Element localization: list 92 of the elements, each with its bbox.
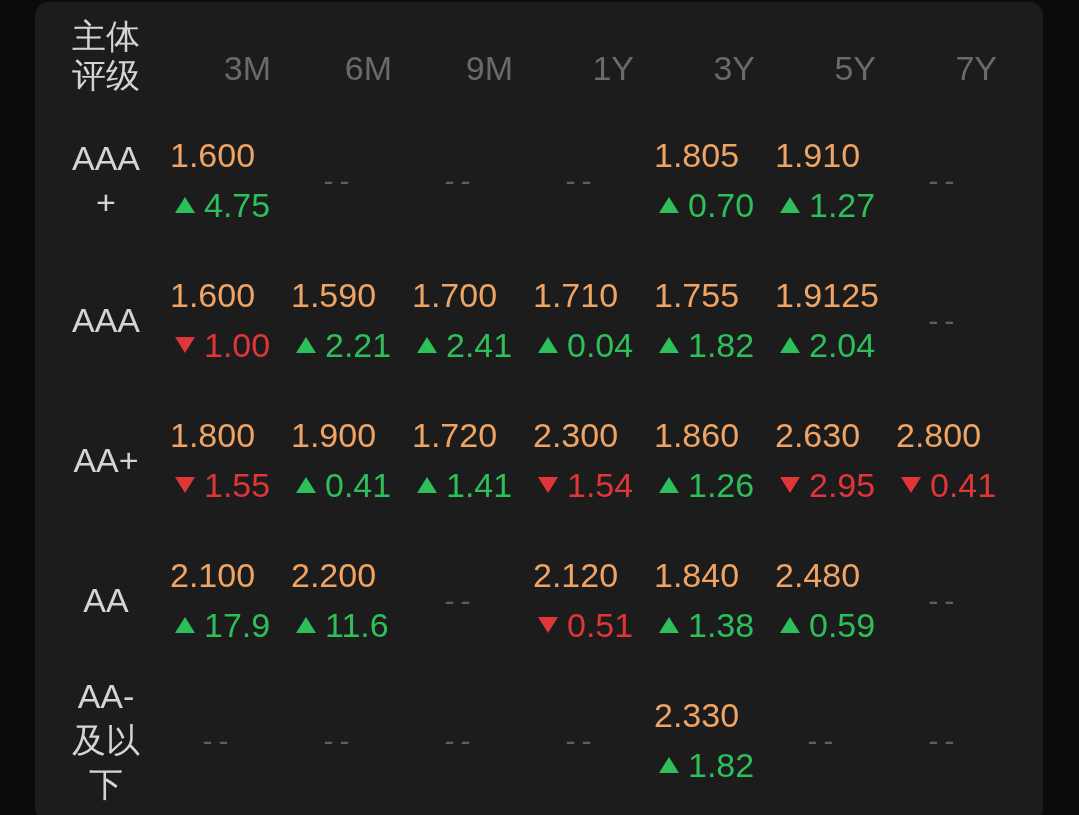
yield-value: 2.120 [533, 555, 619, 596]
yield-value: 1.590 [291, 275, 377, 316]
tenor-header: 3Y [713, 47, 755, 89]
empty-value: -- [807, 722, 840, 759]
empty-value: -- [444, 162, 477, 199]
down-triangle-icon [174, 336, 196, 354]
yield-value: 1.710 [533, 275, 619, 316]
up-triangle-icon [658, 616, 680, 634]
change-value: 0.51 [567, 605, 634, 646]
change-value: 11.6 [325, 605, 389, 646]
tenor-header: 3M [223, 47, 271, 89]
up-triangle-icon [779, 336, 801, 354]
up-triangle-icon [658, 756, 680, 774]
yield-value: 2.300 [533, 415, 619, 456]
yield-value: 2.800 [896, 415, 982, 456]
tenor-header: 7Y [955, 47, 997, 89]
up-triangle-icon [295, 336, 317, 354]
change-value: 0.04 [567, 325, 634, 366]
yield-value: 2.100 [170, 555, 256, 596]
empty-value: -- [928, 162, 961, 199]
tenor-header: 6M [344, 47, 392, 89]
down-triangle-icon [779, 476, 801, 494]
change-value: 1.82 [688, 325, 755, 366]
yield-value: 1.805 [654, 135, 740, 176]
change-value: 1.00 [204, 325, 271, 366]
empty-value: -- [202, 722, 235, 759]
yield-value: 1.600 [170, 275, 256, 316]
down-triangle-icon [900, 476, 922, 494]
change-value: 1.27 [809, 185, 876, 226]
rating-label: AA [82, 579, 130, 621]
empty-value: -- [928, 722, 961, 759]
yield-value: 1.720 [412, 415, 498, 456]
change-value: 1.55 [204, 465, 271, 506]
yield-value: 2.200 [291, 555, 377, 596]
tenor-header: 5Y [834, 47, 876, 89]
yield-value: 1.800 [170, 415, 256, 456]
up-triangle-icon [416, 336, 438, 354]
up-triangle-icon [174, 616, 196, 634]
change-value: 1.41 [446, 465, 513, 506]
change-value: 17.9 [204, 605, 271, 646]
empty-value: -- [323, 722, 356, 759]
empty-value: -- [444, 582, 477, 619]
empty-value: -- [928, 582, 961, 619]
rating-label: AA-及以下 [71, 675, 141, 806]
tenor-header: 9M [465, 47, 513, 89]
change-value: 1.82 [688, 745, 755, 786]
empty-value: -- [323, 162, 356, 199]
up-triangle-icon [174, 196, 196, 214]
rating-label: AA+ [72, 439, 140, 481]
change-value: 1.54 [567, 465, 634, 506]
rating-label: AAA+ [70, 137, 141, 223]
yield-value: 1.860 [654, 415, 740, 456]
empty-value: -- [565, 722, 598, 759]
empty-value: -- [928, 302, 961, 339]
down-triangle-icon [537, 616, 559, 634]
yield-value: 2.630 [775, 415, 861, 456]
rating-header: 主体评级 [71, 16, 141, 96]
up-triangle-icon [779, 196, 801, 214]
yield-value: 2.330 [654, 695, 740, 736]
yield-value: 1.9125 [775, 275, 879, 316]
yield-value: 2.480 [775, 555, 861, 596]
up-triangle-icon [416, 476, 438, 494]
change-value: 0.41 [930, 465, 997, 506]
change-value: 1.38 [688, 605, 755, 646]
down-triangle-icon [174, 476, 196, 494]
yield-value: 1.700 [412, 275, 498, 316]
yield-value: 1.600 [170, 135, 256, 176]
yield-value: 1.900 [291, 415, 377, 456]
up-triangle-icon [295, 476, 317, 494]
down-triangle-icon [537, 476, 559, 494]
up-triangle-icon [658, 196, 680, 214]
change-value: 2.41 [446, 325, 513, 366]
change-value: 2.95 [809, 465, 876, 506]
change-value: 0.41 [325, 465, 392, 506]
up-triangle-icon [658, 476, 680, 494]
up-triangle-icon [658, 336, 680, 354]
change-value: 1.26 [688, 465, 755, 506]
up-triangle-icon [537, 336, 559, 354]
yield-value: 1.840 [654, 555, 740, 596]
rating-label: AAA [70, 299, 141, 341]
empty-value: -- [444, 722, 477, 759]
up-triangle-icon [779, 616, 801, 634]
up-triangle-icon [295, 616, 317, 634]
change-value: 0.70 [688, 185, 755, 226]
tenor-header: 1Y [592, 47, 634, 89]
yield-value: 1.910 [775, 135, 861, 176]
yield-value: 1.755 [654, 275, 740, 316]
change-value: 4.75 [204, 185, 271, 226]
empty-value: -- [565, 162, 598, 199]
change-value: 2.21 [325, 325, 392, 366]
change-value: 0.59 [809, 605, 876, 646]
change-value: 2.04 [809, 325, 876, 366]
